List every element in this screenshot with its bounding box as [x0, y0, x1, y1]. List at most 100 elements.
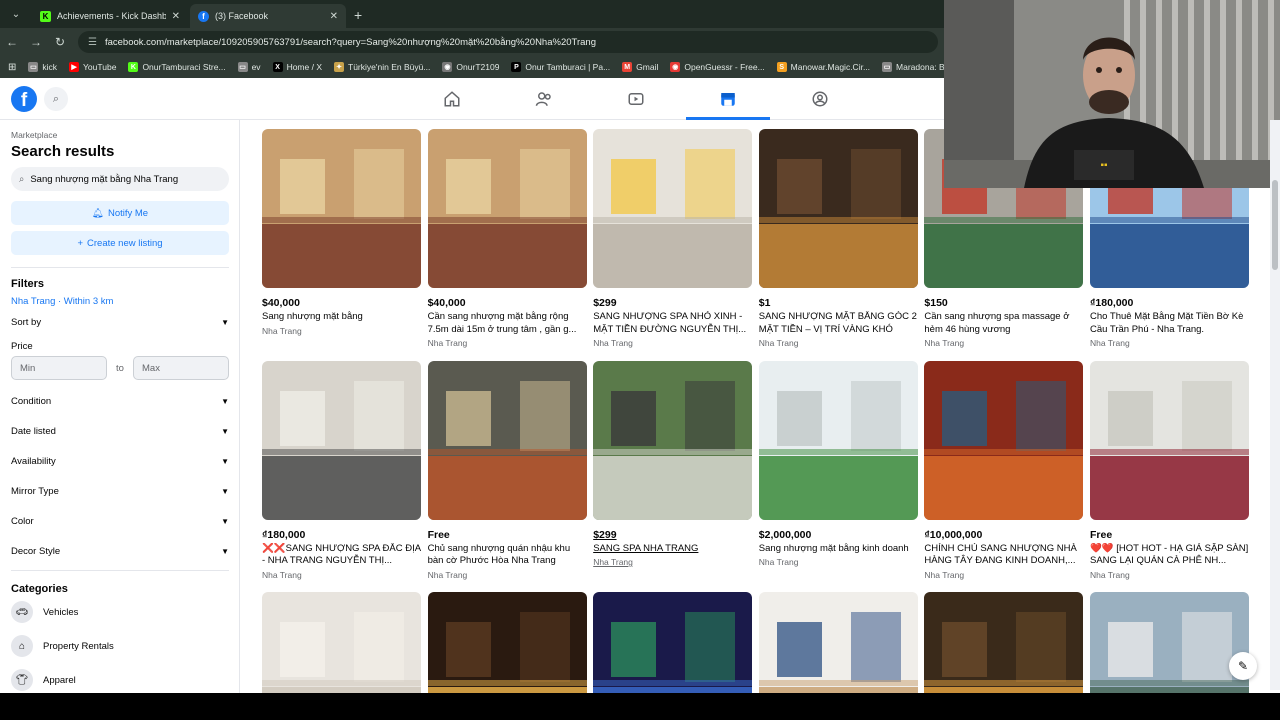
listing-title: Cần sang nhượng spa massage ở hẻm 46 hùn… [924, 311, 1070, 335]
bookmark-item[interactable]: ▭ ev [237, 62, 261, 72]
bookmark-item[interactable]: K OnurTamburaci Stre... [128, 62, 226, 72]
reload-icon[interactable]: ↻ [48, 35, 72, 49]
listing-location: Nha Trang [924, 338, 965, 348]
bookmark-label: Home / X [286, 62, 322, 72]
video-icon [628, 93, 644, 105]
facebook-icon: f [198, 10, 209, 22]
listing-card[interactable]: $1 SANG NHƯỢNG MẶT BẰNG GÓC 2 MẶT TIỀN – … [758, 129, 918, 348]
nav-home[interactable] [406, 78, 498, 120]
listing-card[interactable]: ₫180,000 ❌❌SANG NHƯỢNG SPA ĐẮC ĐỊA - NHA … [262, 360, 421, 580]
sort-by-dropdown[interactable]: Sort by ▼ [11, 307, 229, 337]
bookmark-favicon-icon: ◉ [442, 62, 453, 72]
bookmark-item[interactable]: ✦ Türkiye'nin En Büyü... [334, 62, 430, 72]
listing-location: Nha Trang [758, 557, 799, 567]
listing-card[interactable]: $299 SANG NHƯỢNG SPA NHỎ XINH - MẶT TIỀN … [593, 129, 753, 348]
tab-facebook[interactable]: f (3) Facebook ✕ [190, 4, 346, 28]
marketplace-search-input[interactable]: ⌕ Sang nhượng mặt bằng Nha Trang [11, 167, 229, 191]
listing-location: Nha Trang [262, 569, 302, 580]
nav-marketplace[interactable] [682, 78, 774, 120]
listing-photo[interactable] [924, 360, 1084, 520]
filter-label: Date listed [11, 425, 56, 437]
address-bar[interactable]: ☰ facebook.com/marketplace/1092059057637… [78, 31, 938, 53]
listing-photo[interactable] [262, 360, 421, 520]
apps-grid-icon[interactable]: ⊞ [8, 62, 16, 73]
page-scrollbar[interactable] [1270, 120, 1280, 690]
filter-label: Availability [11, 455, 56, 467]
category-item[interactable]: ⌂ Property Rentals [11, 629, 228, 663]
listing-location: Nha Trang [262, 325, 302, 336]
bookmark-item[interactable]: ◉ OnurT2109 [442, 62, 499, 72]
listing-photo[interactable] [1090, 360, 1249, 520]
listing-photo[interactable] [262, 129, 421, 288]
listing-card[interactable]: $2,000,000 Sang nhượng mặt bằng kinh doan… [758, 360, 918, 567]
search-icon[interactable]: ⌕ [44, 87, 68, 111]
nav-groups[interactable] [774, 78, 866, 120]
listing-location: Nha Trang [758, 338, 799, 348]
listing-price: $2,000,000 [758, 528, 812, 541]
listing-price: $1 [758, 297, 771, 309]
create-listing-button[interactable]: + Create new listing [11, 231, 229, 255]
listing-price: ₫180,000 [1090, 297, 1134, 309]
facebook-logo-icon[interactable]: f [11, 86, 37, 112]
bookmark-item[interactable]: ▶ YouTube [69, 62, 116, 72]
price-max-input[interactable]: Max [133, 356, 229, 380]
sort-by-label: Sort by [11, 316, 42, 328]
bookmark-item[interactable]: M Gmail [622, 62, 658, 72]
listing-card[interactable]: Free ❤️❤️ [HOT HOT - HẠ GIÁ SẬP SÀN] SANG… [1090, 360, 1249, 580]
bookmark-favicon-icon: ◉ [670, 62, 681, 72]
marketplace-icon [721, 93, 735, 106]
bookmark-item[interactable]: X Home / X [272, 62, 322, 72]
tab-search-chevron-icon[interactable]: ⌄ [4, 3, 28, 25]
bookmark-favicon-icon: P [511, 62, 522, 72]
listing-card[interactable]: $299 SANG SPA NHA TRANG Nha Trang [593, 360, 753, 567]
filter-dropdown[interactable]: Date listed ▼ [11, 416, 229, 446]
category-label: Property Rentals [43, 640, 114, 652]
listing-photo[interactable] [593, 360, 753, 520]
back-arrow-icon[interactable]: ← [0, 35, 24, 49]
bookmark-favicon-icon: S [776, 62, 787, 72]
category-item[interactable]: 👕︎ Apparel [11, 663, 228, 697]
divider [11, 267, 229, 268]
category-item[interactable]: 🚗︎ Vehicles [11, 595, 228, 629]
forward-arrow-icon[interactable]: → [24, 35, 48, 49]
listing-photo[interactable] [593, 129, 753, 288]
notify-me-button[interactable]: 🔔︎ Notify Me [11, 201, 229, 225]
breadcrumb[interactable]: Marketplace [11, 130, 228, 140]
price-min-input[interactable]: Min [11, 356, 107, 380]
bookmark-item[interactable]: S Manowar.Magic.Cir... [776, 62, 870, 72]
bookmark-favicon-icon: M [622, 62, 633, 72]
listing-photo[interactable] [758, 360, 918, 520]
listing-card[interactable]: $40,000 Sang nhượng mặt bằng Nha Trang [262, 129, 421, 336]
scrollbar-thumb[interactable] [1272, 180, 1278, 270]
filter-dropdown[interactable]: Decor Style ▼ [11, 536, 229, 566]
filter-dropdown[interactable]: Color ▼ [11, 506, 229, 536]
tab-kick-dashboard[interactable]: K Achievements - Kick Dashboard ✕ [32, 4, 188, 28]
listing-price: Free [1090, 528, 1113, 541]
listing-card[interactable]: ₫10,000,000 CHÍNH CHỦ SANG NHƯỢNG NHÀ HÀN… [924, 360, 1084, 580]
close-icon[interactable]: ✕ [330, 11, 338, 22]
listing-photo[interactable] [427, 129, 587, 288]
location-filter-link[interactable]: Nha Trang · Within 3 km [11, 296, 228, 307]
close-icon[interactable]: ✕ [172, 11, 180, 22]
url-text: facebook.com/marketplace/109205905763791… [104, 36, 596, 48]
bookmark-item[interactable]: ◉ OpenGuessr - Free... [670, 62, 765, 72]
screen: ⌄ K Achievements - Kick Dashboard ✕ f (3… [0, 0, 1280, 720]
filters-heading: Filters [11, 278, 45, 290]
nav-friends[interactable] [498, 78, 590, 120]
bookmark-item[interactable]: P Onur Tamburaci | Pa... [511, 62, 610, 72]
listing-photo[interactable] [758, 129, 918, 288]
chevron-down-icon: ▼ [221, 546, 229, 556]
compose-message-button[interactable]: ✎ [1229, 652, 1257, 680]
filter-label: Mirror Type [11, 485, 59, 497]
bookmark-item[interactable]: ▭ kick [28, 62, 57, 72]
nav-video[interactable] [590, 78, 682, 120]
filter-dropdown[interactable]: Mirror Type ▼ [11, 476, 229, 506]
bookmark-label: ev [251, 62, 261, 72]
site-info-icon[interactable]: ☰ [88, 37, 97, 48]
filter-dropdown[interactable]: Condition ▼ [11, 386, 229, 416]
new-tab-plus-icon[interactable]: + [354, 7, 362, 23]
listing-photo[interactable] [427, 360, 587, 520]
listing-card[interactable]: Free Chủ sang nhượng quán nhậu khu bàn cờ… [427, 360, 587, 580]
filter-dropdown[interactable]: Availability ▼ [11, 446, 229, 476]
listing-card[interactable]: $40,000 Cần sang nhượng mặt bằng rộng 7.5… [427, 129, 587, 348]
